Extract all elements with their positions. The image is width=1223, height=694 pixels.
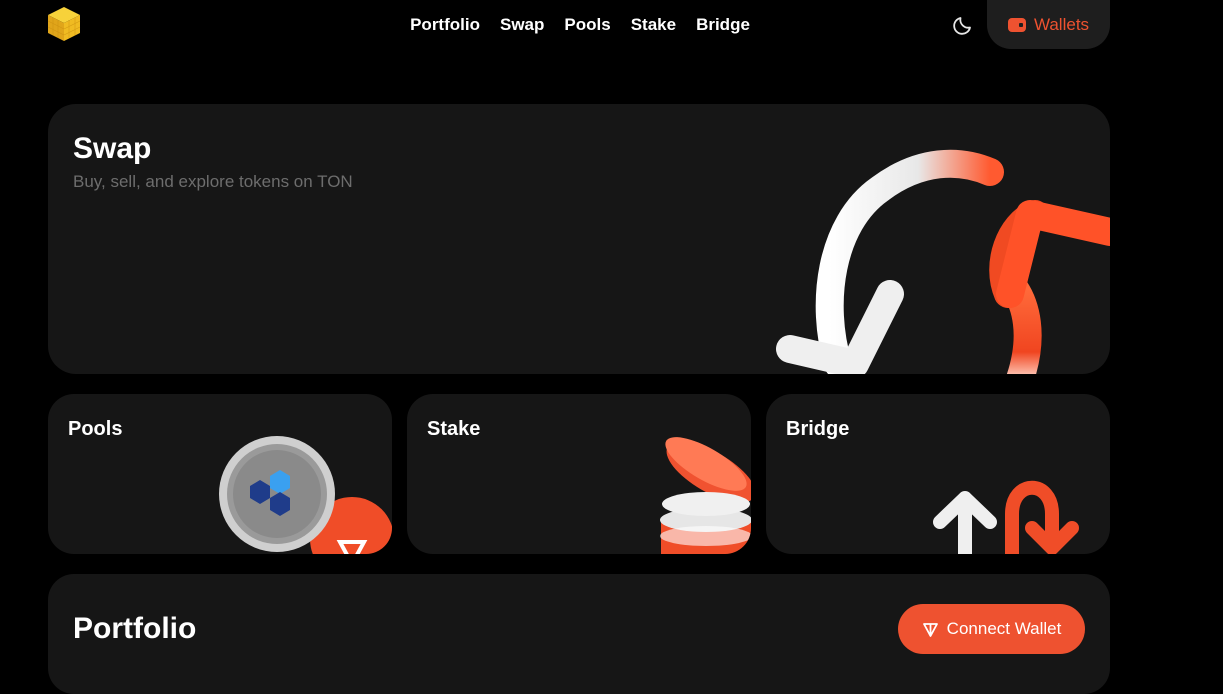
stake-title: Stake bbox=[427, 418, 481, 440]
nav-stake[interactable]: Stake bbox=[631, 15, 676, 35]
nav-pools[interactable]: Pools bbox=[564, 15, 610, 35]
bridge-arrows-icon bbox=[933, 480, 1079, 554]
swap-subtitle: Buy, sell, and explore tokens on TON bbox=[73, 172, 353, 191]
bridge-card[interactable]: Bridge bbox=[766, 394, 1110, 554]
nav-swap[interactable]: Swap bbox=[500, 15, 544, 35]
pools-title: Pools bbox=[68, 418, 123, 440]
wallets-label: Wallets bbox=[1033, 14, 1090, 34]
portfolio-title: Portfolio bbox=[73, 612, 197, 645]
wallet-icon bbox=[1007, 17, 1026, 32]
swap-card[interactable]: Swap Buy, sell, and explore tokens on TO… bbox=[48, 104, 1110, 374]
wallets-button[interactable]: Wallets bbox=[987, 0, 1110, 49]
ton-icon bbox=[922, 622, 938, 637]
swap-arrows-icon bbox=[776, 149, 1110, 374]
connect-wallet-button[interactable]: Connect Wallet bbox=[898, 604, 1085, 654]
stake-card[interactable]: Stake bbox=[407, 394, 751, 554]
portfolio-card: Portfolio Connect Wallet bbox=[48, 574, 1110, 694]
main-nav: Portfolio Swap Pools Stake Bridge bbox=[0, 0, 1160, 50]
stake-coins-icon bbox=[660, 437, 751, 554]
moon-icon[interactable] bbox=[951, 13, 975, 37]
pools-card[interactable]: Pools bbox=[48, 394, 392, 554]
pool-coins-icon bbox=[219, 436, 392, 554]
nav-bridge[interactable]: Bridge bbox=[696, 15, 750, 35]
connect-wallet-label: Connect Wallet bbox=[946, 619, 1062, 638]
swap-title: Swap bbox=[73, 132, 152, 165]
nav-portfolio[interactable]: Portfolio bbox=[410, 15, 480, 35]
bridge-title: Bridge bbox=[786, 418, 850, 440]
